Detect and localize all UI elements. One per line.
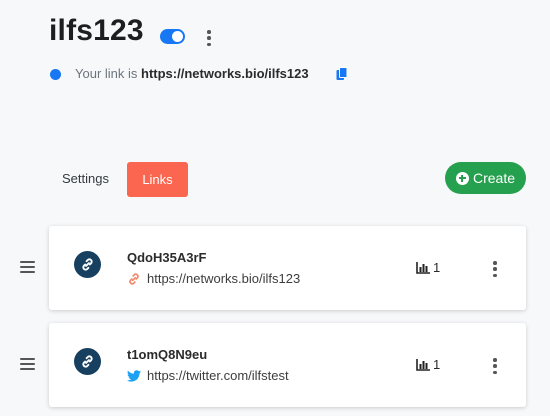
link-avatar-icon <box>74 348 101 375</box>
copy-icon[interactable] <box>336 67 348 86</box>
link-clicks-count: 1 <box>433 357 441 372</box>
link-name: QdoH35A3rF <box>127 250 207 265</box>
link-options-icon[interactable] <box>492 261 498 277</box>
twitter-icon <box>127 369 141 382</box>
drag-handle-icon[interactable] <box>20 358 35 370</box>
links-page: ilfs123 Your link is https://networks.bi… <box>0 0 550 416</box>
drag-handle-icon[interactable] <box>20 261 35 273</box>
link-card[interactable]: t1omQ8N9eu https://twitter.com/ilfstest … <box>49 323 526 407</box>
link-stats[interactable]: 1 <box>416 357 440 372</box>
link-url-row: https://twitter.com/ilfstest <box>127 368 289 383</box>
link-options-icon[interactable] <box>492 358 498 374</box>
link-card[interactable]: QdoH35A3rF https://networks.bio/ilfs123 … <box>49 226 526 310</box>
link-prefix: Your link is <box>75 66 138 81</box>
page-title: ilfs123 <box>49 14 144 47</box>
bar-chart-icon <box>416 261 430 274</box>
link-avatar-icon <box>74 251 101 278</box>
link-icon <box>129 272 139 285</box>
link-clicks-count: 1 <box>433 260 441 275</box>
link-url[interactable]: https://networks.bio/ilfs123 <box>147 271 300 286</box>
link-name: t1omQ8N9eu <box>127 347 208 362</box>
bar-chart-icon <box>416 358 430 371</box>
page-options-icon[interactable] <box>206 30 212 46</box>
plus-circle-icon <box>455 171 469 185</box>
tab-settings[interactable]: Settings <box>62 171 109 186</box>
link-url-row: https://networks.bio/ilfs123 <box>127 271 300 286</box>
toggle-knob <box>172 31 183 42</box>
page-link-line: Your link is https://networks.bio/ilfs12… <box>75 66 309 81</box>
link-url[interactable]: https://twitter.com/ilfstest <box>147 368 289 383</box>
tab-links[interactable]: Links <box>127 162 188 197</box>
page-link-url[interactable]: https://networks.bio/ilfs123 <box>141 66 309 81</box>
create-button-label: Create <box>472 170 516 186</box>
create-button[interactable]: Create <box>445 162 526 194</box>
link-stats[interactable]: 1 <box>416 260 440 275</box>
page-active-toggle[interactable] <box>160 29 185 44</box>
status-dot <box>50 69 61 80</box>
